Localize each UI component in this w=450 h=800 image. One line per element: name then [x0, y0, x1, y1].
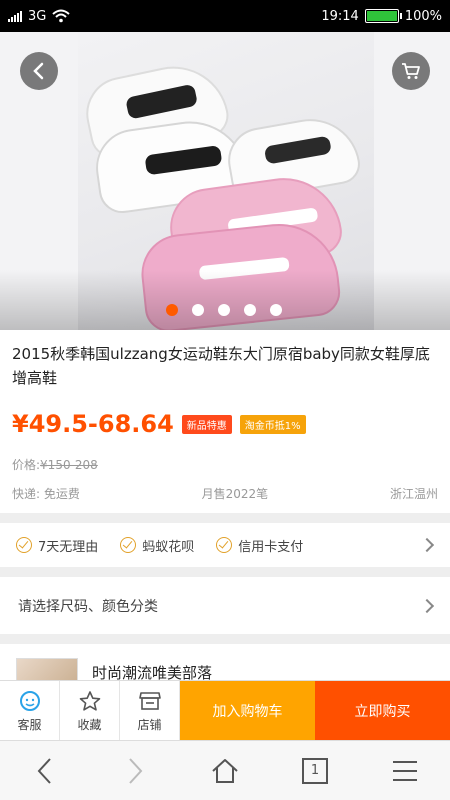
status-right: 19:14 100% — [321, 9, 442, 24]
price-row: ¥49.5-68.64 新品特惠 淘金币抵1% — [12, 410, 306, 438]
check-circle-icon — [16, 537, 32, 553]
wifi-icon — [52, 9, 71, 23]
cart-button[interactable] — [392, 52, 430, 90]
original-price: 价格:¥150-208 — [12, 456, 98, 473]
service-label: 7天无理由 — [38, 539, 99, 555]
menu-icon — [393, 760, 417, 781]
divider — [0, 567, 450, 577]
sku-select-label: 请选择尺码、颜色分类 — [18, 598, 158, 615]
service-return: 7天无理由 — [16, 536, 98, 555]
bottom-action-bar: 客服 收藏 店铺 加入购物车 立即购买 — [0, 680, 450, 741]
shop-name: 时尚潮流唯美部落 — [92, 664, 213, 680]
tabs-icon: 1 — [302, 757, 328, 784]
chevron-right-icon — [419, 598, 435, 613]
carousel-dot — [244, 304, 256, 316]
cart-icon — [402, 63, 420, 79]
chevron-left-icon — [37, 757, 51, 784]
service-huabei: 蚂蚁花呗 — [120, 536, 194, 555]
clock: 19:14 — [321, 8, 359, 24]
browser-home-button[interactable] — [195, 746, 255, 796]
carousel-dot — [218, 304, 230, 316]
customer-service-label: 客服 — [17, 717, 42, 732]
check-circle-icon — [120, 537, 137, 553]
buy-now-button[interactable]: 立即购买 — [315, 681, 450, 740]
service-credit-card: 信用卡支付 — [216, 536, 303, 555]
original-price-label: 价格: — [12, 458, 41, 472]
store-label: 店铺 — [137, 717, 162, 732]
shop-row[interactable]: 时尚潮流唯美部落 — [0, 644, 450, 680]
check-circle-icon — [216, 537, 233, 553]
browser-menu-button[interactable] — [375, 746, 435, 796]
service-label: 蚂蚁花呗 — [142, 539, 195, 555]
star-icon — [79, 690, 100, 711]
original-price-value: ¥150-208 — [40, 458, 98, 472]
product-title: 2015秋季韩国ulzzang女运动鞋东大门原宿baby同款女鞋厚底增高鞋 — [12, 345, 430, 387]
browser-forward-button[interactable] — [105, 746, 165, 796]
status-left: 3G — [8, 8, 71, 24]
chevron-left-icon — [33, 62, 44, 80]
shop-logo — [16, 658, 78, 680]
browser-tabs-button[interactable]: 1 — [285, 746, 345, 796]
network-type: 3G — [28, 8, 47, 24]
tab-count: 1 — [310, 763, 320, 778]
carousel-dot — [270, 304, 282, 316]
customer-service-button[interactable]: 客服 — [0, 681, 60, 741]
divider — [0, 513, 450, 523]
back-button[interactable] — [20, 52, 58, 90]
shipping-info: 快递: 免运费 — [12, 487, 80, 501]
browser-back-button[interactable] — [15, 746, 75, 796]
carousel-indicator — [166, 304, 282, 316]
browser-nav-bar: 1 — [0, 740, 450, 800]
sku-select-row[interactable]: 请选择尺码、颜色分类 — [0, 577, 450, 634]
home-icon — [212, 758, 238, 783]
signal-icon — [8, 10, 22, 22]
ship-location: 浙江温州 — [389, 487, 438, 501]
service-guarantees-row[interactable]: 7天无理由 蚂蚁花呗 信用卡支付 — [0, 523, 450, 567]
carousel-dot — [192, 304, 204, 316]
store-icon — [138, 691, 161, 710]
favorite-button[interactable]: 收藏 — [60, 681, 120, 741]
price: ¥49.5-68.64 — [12, 410, 174, 438]
service-label: 信用卡支付 — [238, 539, 304, 555]
add-to-cart-button[interactable]: 加入购物车 — [180, 681, 315, 740]
customer-service-icon — [19, 690, 40, 711]
divider — [0, 634, 450, 644]
promo-badge-new: 新品特惠 — [181, 414, 232, 434]
promo-badge-coin: 淘金币抵1% — [239, 414, 306, 434]
product-image-carousel[interactable] — [0, 32, 450, 330]
monthly-sales: 月售2022笔 — [201, 487, 269, 501]
store-button[interactable]: 店铺 — [120, 681, 180, 741]
status-bar: 3G 19:14 100% — [0, 0, 450, 32]
chevron-right-icon — [129, 757, 143, 784]
favorite-label: 收藏 — [77, 717, 102, 732]
carousel-dot — [166, 304, 178, 316]
chevron-right-icon — [419, 537, 435, 553]
meta-row: 快递: 免运费 月售2022笔 浙江温州 — [12, 485, 438, 502]
battery-percent: 100% — [404, 8, 442, 24]
battery-icon — [364, 9, 402, 23]
